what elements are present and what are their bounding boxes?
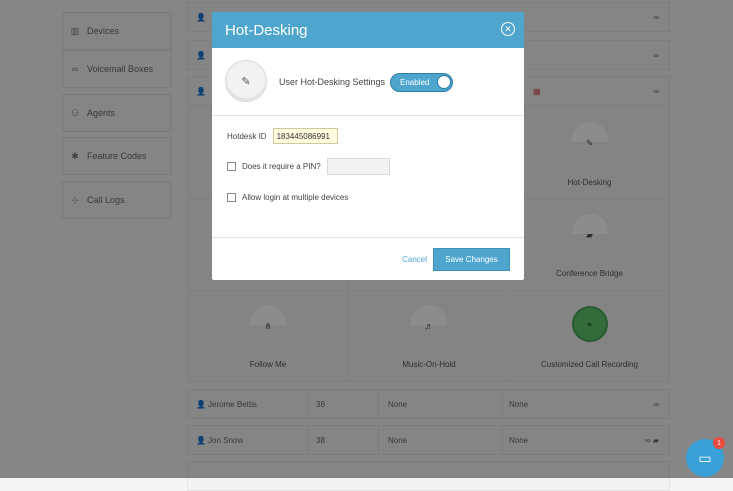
hotdesk-id-label: Hotdesk ID	[227, 131, 267, 141]
cancel-button[interactable]: Cancel	[402, 255, 427, 264]
pin-input[interactable]	[326, 158, 390, 175]
hotdesk-id-row: Hotdesk ID	[227, 128, 338, 144]
hot-desking-modal: Hot-Desking ✕ ✎ User Hot-Desking Setting…	[212, 12, 524, 280]
pin-label: Does it require a PIN?	[242, 162, 321, 171]
chat-icon: ▭	[698, 449, 712, 466]
toggle-knob	[437, 75, 451, 89]
modal-title: Hot-Desking	[225, 21, 308, 39]
multi-login-checkbox[interactable]	[227, 193, 236, 202]
modal-footer: Cancel Save Changes	[212, 237, 524, 280]
close-icon[interactable]: ✕	[501, 22, 515, 36]
save-changes-button[interactable]: Save Changes	[433, 248, 510, 271]
notification-badge: 1	[713, 437, 725, 449]
toggle-label: Enabled	[400, 78, 430, 87]
modal-header: Hot-Desking ✕	[212, 12, 524, 48]
pin-row: Does it require a PIN?	[227, 158, 390, 175]
user-settings-section: ✎ User Hot-Desking Settings Enabled	[212, 48, 524, 116]
hot-desking-toggle[interactable]: Enabled	[390, 73, 453, 92]
avatar: ✎	[225, 60, 267, 102]
pin-checkbox[interactable]	[227, 162, 236, 171]
hot-desking-settings-label: User Hot-Desking Settings	[279, 77, 386, 87]
multi-login-row: Allow login at multiple devices	[227, 193, 348, 202]
hotdesk-id-input[interactable]	[272, 128, 338, 144]
multi-login-label: Allow login at multiple devices	[242, 193, 349, 202]
